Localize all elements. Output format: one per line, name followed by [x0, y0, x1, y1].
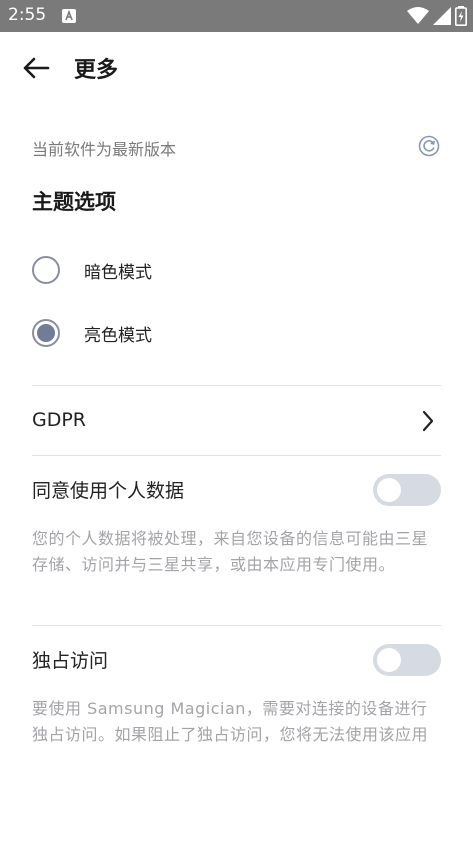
radio-dark[interactable] [32, 256, 60, 284]
toggle-knob [377, 648, 401, 672]
arrow-left-icon [23, 57, 50, 79]
exclusive-access-description: 要使用 Samsung Magician，需要对连接的设备进行独占访问。如果阻止… [32, 699, 429, 744]
page-title: 更多 [74, 58, 119, 83]
refresh-icon[interactable] [417, 134, 441, 158]
theme-option-label: 亮色模式 [84, 325, 152, 346]
divider [32, 455, 441, 456]
radio-selected-dot [37, 324, 55, 342]
status-icons [407, 6, 467, 26]
divider [32, 625, 441, 626]
theme-option-dark[interactable]: 暗色模式 [32, 250, 441, 290]
battery-charging-icon [455, 6, 467, 26]
theme-option-light[interactable]: 亮色模式 [32, 313, 441, 353]
gdpr-row[interactable]: GDPR [32, 396, 441, 446]
exclusive-access-toggle[interactable] [373, 644, 441, 676]
version-row: 当前软件为最新版本 [32, 132, 441, 162]
chevron-right-icon [422, 410, 434, 432]
notification-a-icon [62, 9, 76, 23]
theme-section-title: 主题选项 [32, 190, 116, 214]
divider [32, 385, 441, 386]
wifi-icon [407, 7, 429, 24]
radio-light[interactable] [32, 319, 60, 347]
exclusive-access-row: 独占访问 [32, 640, 441, 680]
status-time: 2:55 [8, 5, 47, 25]
personal-data-row: 同意使用个人数据 [32, 470, 441, 510]
app-bar: 更多 [0, 32, 473, 104]
personal-data-toggle[interactable] [373, 474, 441, 506]
version-status-text: 当前软件为最新版本 [32, 140, 177, 159]
back-button[interactable] [16, 50, 56, 86]
gdpr-label: GDPR [32, 409, 87, 431]
exclusive-access-label: 独占访问 [32, 650, 109, 672]
toggle-knob [377, 478, 401, 502]
signal-icon [433, 7, 451, 25]
theme-option-label: 暗色模式 [84, 262, 152, 283]
status-bar: 2:55 [0, 0, 473, 32]
personal-data-description: 您的个人数据将被处理，来自您设备的信息可能由三星存储、访问并与三星共享，或由本应… [32, 529, 429, 574]
personal-data-label: 同意使用个人数据 [32, 480, 185, 502]
